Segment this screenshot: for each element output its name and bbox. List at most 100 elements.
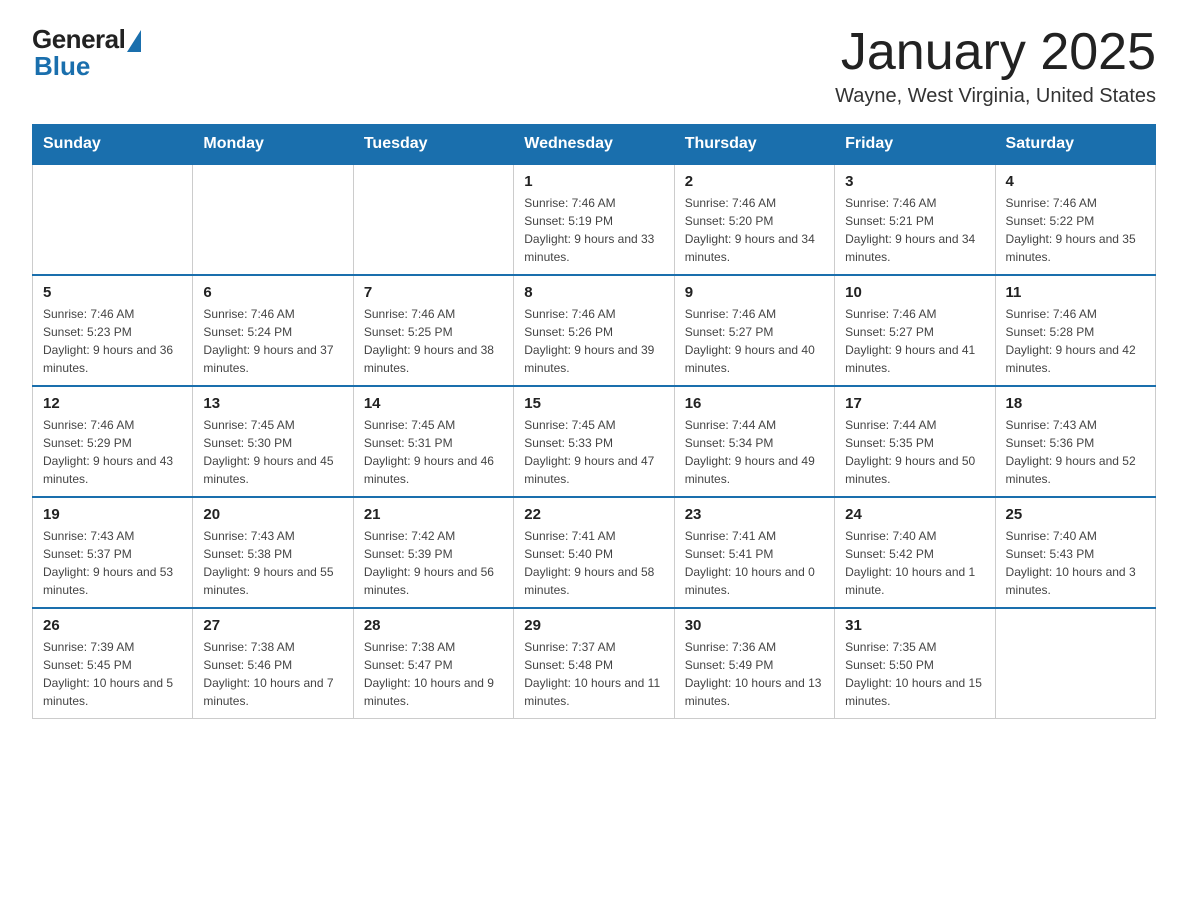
logo-triangle-icon (127, 30, 141, 52)
day-number: 29 (524, 617, 663, 634)
day-info: Sunrise: 7:37 AM Sunset: 5:48 PM Dayligh… (524, 638, 663, 710)
calendar-cell: 14Sunrise: 7:45 AM Sunset: 5:31 PM Dayli… (353, 386, 513, 497)
day-info: Sunrise: 7:43 AM Sunset: 5:36 PM Dayligh… (1006, 416, 1145, 488)
calendar-cell: 18 Sunrise: 7:43 AM Sunset: 5:36 PM Dayli… (995, 386, 1155, 497)
calendar-week-row-1: 1 Sunrise: 7:46 AM Sunset: 5:19 PM Daylig… (33, 164, 1156, 275)
calendar-cell: 16Sunrise: 7:44 AM Sunset: 5:34 PM Dayli… (674, 386, 834, 497)
day-info: Sunrise: 7:35 AM Sunset: 5:50 PM Dayligh… (845, 638, 984, 710)
calendar-cell: 7 Sunrise: 7:46 AM Sunset: 5:25 PM Daylig… (353, 275, 513, 386)
day-info: Sunrise: 7:46 AM Sunset: 5:24 PM Dayligh… (203, 305, 342, 377)
day-info: Sunrise: 7:46 AM Sunset: 5:26 PM Dayligh… (524, 305, 663, 377)
logo: General Blue (32, 24, 141, 82)
day-number: 17 (845, 395, 984, 412)
day-info: Sunrise: 7:43 AM Sunset: 5:38 PM Dayligh… (203, 527, 342, 599)
day-info: Sunrise: 7:43 AM Sunset: 5:37 PM Dayligh… (43, 527, 182, 599)
calendar-cell: 30 Sunrise: 7:36 AM Sunset: 5:49 PM Dayli… (674, 608, 834, 719)
day-info: Sunrise: 7:45 AM Sunset: 5:33 PM Dayligh… (524, 416, 663, 488)
day-number: 5 (43, 284, 182, 301)
calendar-cell: 17 Sunrise: 7:44 AM Sunset: 5:35 PM Dayli… (835, 386, 995, 497)
day-info: Sunrise: 7:46 AM Sunset: 5:20 PM Dayligh… (685, 194, 824, 266)
calendar-header-sunday: Sunday (33, 125, 193, 165)
calendar-cell: 4Sunrise: 7:46 AM Sunset: 5:22 PM Daylig… (995, 164, 1155, 275)
calendar-cell: 9 Sunrise: 7:46 AM Sunset: 5:27 PM Daylig… (674, 275, 834, 386)
day-number: 25 (1006, 506, 1145, 523)
day-number: 27 (203, 617, 342, 634)
location-text: Wayne, West Virginia, United States (835, 85, 1156, 108)
day-number: 31 (845, 617, 984, 634)
calendar-cell (995, 608, 1155, 719)
day-number: 26 (43, 617, 182, 634)
day-number: 15 (524, 395, 663, 412)
day-number: 3 (845, 173, 984, 190)
calendar-cell: 10 Sunrise: 7:46 AM Sunset: 5:27 PM Dayli… (835, 275, 995, 386)
day-number: 7 (364, 284, 503, 301)
calendar-cell: 12Sunrise: 7:46 AM Sunset: 5:29 PM Dayli… (33, 386, 193, 497)
page-header: General Blue January 2025 Wayne, West Vi… (32, 24, 1156, 108)
calendar-cell: 13 Sunrise: 7:45 AM Sunset: 5:30 PM Dayli… (193, 386, 353, 497)
calendar-cell: 2 Sunrise: 7:46 AM Sunset: 5:20 PM Daylig… (674, 164, 834, 275)
calendar-header-saturday: Saturday (995, 125, 1155, 165)
day-number: 22 (524, 506, 663, 523)
day-number: 13 (203, 395, 342, 412)
calendar-cell (33, 164, 193, 275)
title-block: January 2025 Wayne, West Virginia, Unite… (835, 24, 1156, 108)
day-number: 9 (685, 284, 824, 301)
calendar-week-row-5: 26 Sunrise: 7:39 AM Sunset: 5:45 PM Dayli… (33, 608, 1156, 719)
day-number: 24 (845, 506, 984, 523)
month-title: January 2025 (835, 24, 1156, 81)
day-number: 23 (685, 506, 824, 523)
calendar-header-monday: Monday (193, 125, 353, 165)
calendar-week-row-2: 5 Sunrise: 7:46 AM Sunset: 5:23 PM Daylig… (33, 275, 1156, 386)
day-info: Sunrise: 7:44 AM Sunset: 5:35 PM Dayligh… (845, 416, 984, 488)
calendar-week-row-4: 19 Sunrise: 7:43 AM Sunset: 5:37 PM Dayli… (33, 497, 1156, 608)
calendar-header-tuesday: Tuesday (353, 125, 513, 165)
day-info: Sunrise: 7:45 AM Sunset: 5:30 PM Dayligh… (203, 416, 342, 488)
calendar-cell: 31 Sunrise: 7:35 AM Sunset: 5:50 PM Dayli… (835, 608, 995, 719)
day-number: 18 (1006, 395, 1145, 412)
day-info: Sunrise: 7:46 AM Sunset: 5:27 PM Dayligh… (845, 305, 984, 377)
calendar-cell: 23 Sunrise: 7:41 AM Sunset: 5:41 PM Dayli… (674, 497, 834, 608)
day-info: Sunrise: 7:45 AM Sunset: 5:31 PM Dayligh… (364, 416, 503, 488)
calendar-header-thursday: Thursday (674, 125, 834, 165)
calendar-cell: 20Sunrise: 7:43 AM Sunset: 5:38 PM Dayli… (193, 497, 353, 608)
day-info: Sunrise: 7:46 AM Sunset: 5:28 PM Dayligh… (1006, 305, 1145, 377)
day-info: Sunrise: 7:46 AM Sunset: 5:23 PM Dayligh… (43, 305, 182, 377)
calendar-header-wednesday: Wednesday (514, 125, 674, 165)
day-info: Sunrise: 7:46 AM Sunset: 5:27 PM Dayligh… (685, 305, 824, 377)
day-info: Sunrise: 7:46 AM Sunset: 5:21 PM Dayligh… (845, 194, 984, 266)
day-info: Sunrise: 7:46 AM Sunset: 5:22 PM Dayligh… (1006, 194, 1145, 266)
day-number: 21 (364, 506, 503, 523)
day-info: Sunrise: 7:46 AM Sunset: 5:25 PM Dayligh… (364, 305, 503, 377)
day-number: 19 (43, 506, 182, 523)
calendar-header-row: SundayMondayTuesdayWednesdayThursdayFrid… (33, 125, 1156, 165)
day-number: 30 (685, 617, 824, 634)
calendar-cell: 15 Sunrise: 7:45 AM Sunset: 5:33 PM Dayli… (514, 386, 674, 497)
day-number: 10 (845, 284, 984, 301)
day-info: Sunrise: 7:41 AM Sunset: 5:41 PM Dayligh… (685, 527, 824, 599)
calendar-cell (353, 164, 513, 275)
day-info: Sunrise: 7:38 AM Sunset: 5:47 PM Dayligh… (364, 638, 503, 710)
calendar-cell: 5 Sunrise: 7:46 AM Sunset: 5:23 PM Daylig… (33, 275, 193, 386)
calendar-cell: 26 Sunrise: 7:39 AM Sunset: 5:45 PM Dayli… (33, 608, 193, 719)
calendar-cell: 27Sunrise: 7:38 AM Sunset: 5:46 PM Dayli… (193, 608, 353, 719)
logo-blue-text: Blue (34, 51, 90, 82)
day-number: 2 (685, 173, 824, 190)
day-info: Sunrise: 7:41 AM Sunset: 5:40 PM Dayligh… (524, 527, 663, 599)
calendar-cell: 1 Sunrise: 7:46 AM Sunset: 5:19 PM Daylig… (514, 164, 674, 275)
calendar-cell: 3 Sunrise: 7:46 AM Sunset: 5:21 PM Daylig… (835, 164, 995, 275)
day-info: Sunrise: 7:39 AM Sunset: 5:45 PM Dayligh… (43, 638, 182, 710)
calendar-cell: 25Sunrise: 7:40 AM Sunset: 5:43 PM Dayli… (995, 497, 1155, 608)
day-info: Sunrise: 7:36 AM Sunset: 5:49 PM Dayligh… (685, 638, 824, 710)
day-info: Sunrise: 7:40 AM Sunset: 5:42 PM Dayligh… (845, 527, 984, 599)
day-info: Sunrise: 7:46 AM Sunset: 5:29 PM Dayligh… (43, 416, 182, 488)
day-number: 11 (1006, 284, 1145, 301)
calendar-cell: 21 Sunrise: 7:42 AM Sunset: 5:39 PM Dayli… (353, 497, 513, 608)
calendar-cell: 29 Sunrise: 7:37 AM Sunset: 5:48 PM Dayli… (514, 608, 674, 719)
day-info: Sunrise: 7:42 AM Sunset: 5:39 PM Dayligh… (364, 527, 503, 599)
day-number: 1 (524, 173, 663, 190)
calendar-cell (193, 164, 353, 275)
calendar-cell: 6Sunrise: 7:46 AM Sunset: 5:24 PM Daylig… (193, 275, 353, 386)
day-info: Sunrise: 7:46 AM Sunset: 5:19 PM Dayligh… (524, 194, 663, 266)
calendar-cell: 11 Sunrise: 7:46 AM Sunset: 5:28 PM Dayli… (995, 275, 1155, 386)
day-number: 28 (364, 617, 503, 634)
